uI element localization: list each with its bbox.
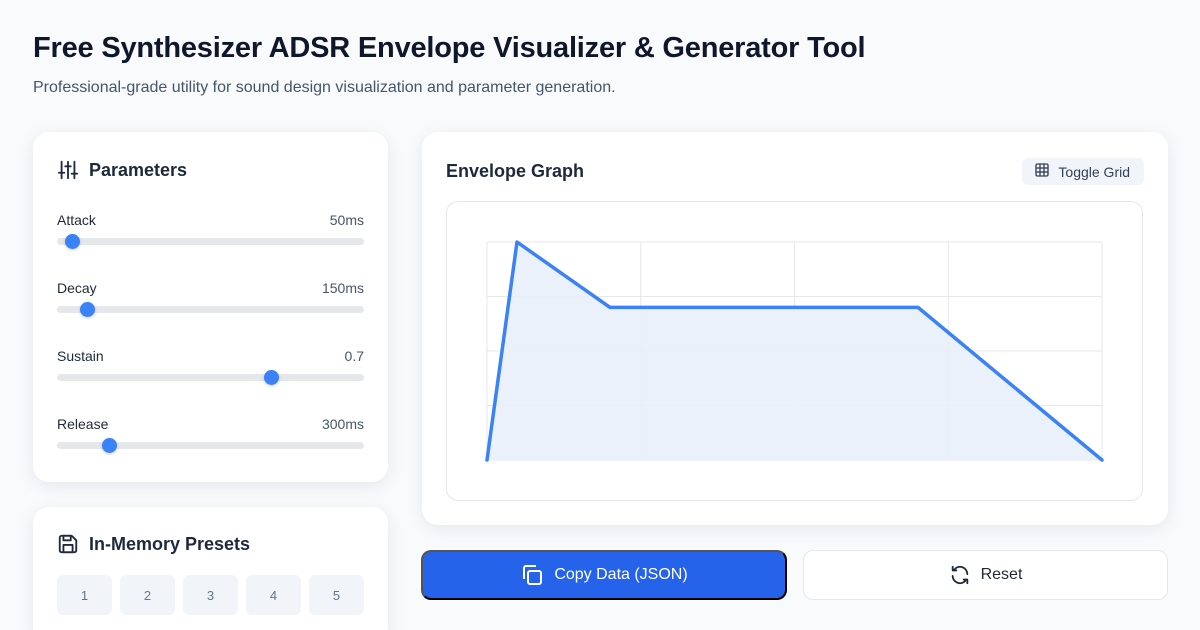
page-title: Free Synthesizer ADSR Envelope Visualize… [33,32,866,64]
grid-icon [1034,162,1050,181]
param-decay: Decay 150ms [57,280,364,320]
reset-button[interactable]: Reset [803,550,1168,600]
preset-slot-list: 1 2 3 4 5 [57,575,364,615]
parameters-title: Parameters [89,159,188,180]
copy-icon [520,563,544,587]
slider-thumb[interactable] [264,370,280,385]
param-label: Decay [57,280,97,296]
param-sustain: Sustain 0.7 [57,348,364,388]
param-label: Attack [57,212,96,228]
attack-slider[interactable] [57,234,364,249]
param-value: 300ms [321,416,364,432]
param-value: 0.7 [344,348,364,364]
param-value: 50ms [329,212,364,228]
param-attack: Attack 50ms [57,212,364,252]
preset-slot-1[interactable]: 1 [57,575,112,615]
page-subtitle: Professional-grade utility for sound des… [33,79,616,96]
sustain-slider[interactable] [57,370,364,385]
presets-card: In-Memory Presets 1 2 3 4 5 [33,507,388,630]
toggle-grid-label: Toggle Grid [1058,163,1130,180]
preset-slot-2[interactable]: 2 [120,575,175,615]
envelope-canvas [446,201,1143,501]
envelope-graph-card: Envelope Graph Toggle Grid [422,132,1168,525]
slider-thumb[interactable] [80,302,96,317]
param-label: Release [57,416,109,432]
param-value: 150ms [321,280,364,296]
preset-slot-5[interactable]: 5 [309,575,364,615]
presets-header: In-Memory Presets [57,533,250,555]
param-label: Sustain [57,348,104,364]
parameters-header: Parameters [57,159,187,181]
presets-title: In-Memory Presets [89,533,251,554]
preset-slot-3[interactable]: 3 [183,575,238,615]
preset-slot-4[interactable]: 4 [246,575,301,615]
refresh-icon [949,564,971,586]
adsr-tool-page: Free Synthesizer ADSR Envelope Visualize… [0,0,1200,630]
parameters-card: Parameters Attack 50ms Decay 150ms Susta… [33,132,388,482]
reset-label: Reset [980,566,1023,583]
envelope-graph-title: Envelope Graph [446,161,585,181]
release-slider[interactable] [57,438,364,453]
save-icon [57,533,79,555]
param-release: Release 300ms [57,416,364,456]
slider-thumb[interactable] [64,234,80,249]
copy-data-label: Copy Data (JSON) [554,566,688,583]
decay-slider[interactable] [57,302,364,317]
slider-thumb[interactable] [101,438,117,453]
toggle-grid-button[interactable]: Toggle Grid [1022,158,1144,185]
copy-data-button[interactable]: Copy Data (JSON) [421,550,787,600]
sliders-icon [57,159,79,181]
envelope-svg [485,240,1104,462]
